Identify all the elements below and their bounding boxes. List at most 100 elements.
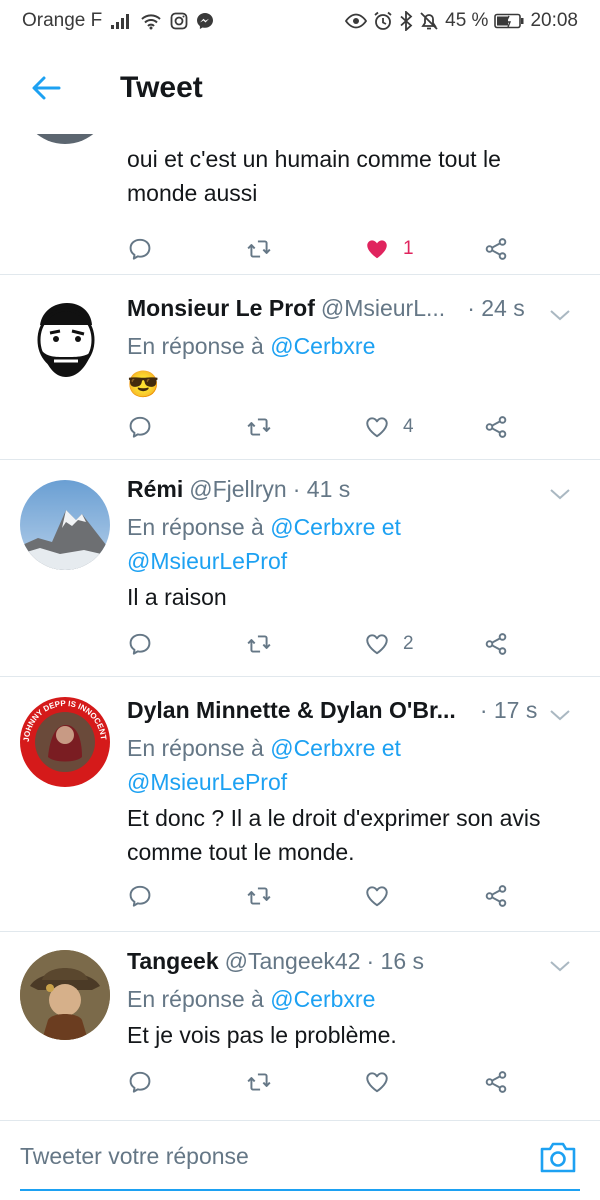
input-underline <box>20 1189 580 1191</box>
like-count: 1 <box>403 238 414 259</box>
reply-icon <box>127 236 153 262</box>
reply-context: En réponse à @Cerbxre et @MsieurLeProf <box>127 514 401 574</box>
camera-icon <box>540 1142 576 1173</box>
signal-icon <box>110 12 132 30</box>
bluetooth-icon <box>399 11 413 31</box>
avatar[interactable] <box>20 134 110 144</box>
reply-icon <box>127 631 153 657</box>
retweet-icon <box>244 414 274 440</box>
heart-icon <box>363 414 391 440</box>
mention-link[interactable]: @MsieurLeProf <box>127 769 287 795</box>
like-button[interactable]: 4 <box>363 407 414 447</box>
tweet-header: Tangeek @Tangeek42 · 16 s <box>127 948 580 982</box>
share-icon <box>483 1069 509 1095</box>
chevron-down-icon[interactable] <box>548 705 572 725</box>
retweet-button[interactable] <box>244 624 274 664</box>
eye-icon <box>345 13 368 29</box>
tweet-text: Il a raison <box>127 584 227 610</box>
author-handle[interactable]: @MsieurL... <box>321 295 445 322</box>
mute-bell-icon <box>419 11 439 31</box>
author-handle[interactable]: @Fjellryn <box>189 476 286 503</box>
author-name[interactable]: Tangeek <box>127 948 219 975</box>
share-button[interactable] <box>483 624 509 664</box>
like-button[interactable]: 2 <box>363 624 414 664</box>
clock: 20:08 <box>530 10 578 31</box>
avatar-drawing <box>37 303 95 377</box>
mention-link[interactable]: @Cerbxre <box>270 514 375 540</box>
avatar[interactable] <box>20 480 110 570</box>
reply-icon <box>127 883 153 909</box>
tweet-text: oui et c'est un humain comme tout le mon… <box>127 146 501 206</box>
avatar[interactable] <box>20 295 110 385</box>
retweet-button[interactable] <box>244 407 274 447</box>
tweet-header: Monsieur Le Prof @MsieurL... · 24 s <box>127 295 580 329</box>
chevron-down-icon[interactable] <box>548 484 572 504</box>
like-button[interactable] <box>363 876 391 916</box>
reply-button[interactable] <box>127 229 153 269</box>
tweet-text: Et je vois pas le problème. <box>127 1022 397 1048</box>
tweet-row[interactable]: JOHNNY DEPP IS INNOCENT Dylan Minnette &… <box>0 677 600 932</box>
profile-photo: JOHNNY DEPP IS INNOCENT <box>22 699 108 772</box>
camera-button[interactable] <box>538 1139 578 1175</box>
reply-context: En réponse à @Cerbxre et @MsieurLeProf <box>127 735 401 795</box>
author-name[interactable]: Monsieur Le Prof <box>127 295 315 322</box>
reply-button[interactable] <box>127 407 153 447</box>
reply-composer: Tweeter votre réponse <box>0 1120 600 1200</box>
author-handle[interactable]: @Tangeek42 <box>225 948 361 975</box>
tweet-row[interactable]: Tangeek @Tangeek42 · 16 s En réponse à @… <box>0 932 600 1120</box>
chevron-down-icon[interactable] <box>548 305 572 325</box>
share-icon <box>483 236 509 262</box>
battery-icon <box>494 13 524 29</box>
back-button[interactable] <box>20 62 72 114</box>
tweet-header: Dylan Minnette & Dylan O'Br... · 17 s <box>127 697 580 731</box>
mention-link[interactable]: @Cerbxre <box>270 986 375 1012</box>
retweet-button[interactable] <box>244 1062 274 1102</box>
tweet-row[interactable]: oui et c'est un humain comme tout le mon… <box>0 134 600 275</box>
like-button[interactable] <box>363 1062 391 1102</box>
instagram-icon <box>170 12 188 30</box>
tweet-row[interactable]: Monsieur Le Prof @MsieurL... · 24 s En r… <box>0 275 600 460</box>
like-button[interactable]: 1 <box>363 229 414 269</box>
retweet-icon <box>244 883 274 909</box>
reply-button[interactable] <box>127 1062 153 1102</box>
heart-filled-icon <box>363 236 391 262</box>
reply-button[interactable] <box>127 624 153 664</box>
tweet-text: Et donc ? Il a le droit d'exprimer son a… <box>127 805 541 865</box>
wifi-icon <box>140 12 162 30</box>
retweet-icon <box>244 236 274 262</box>
share-icon <box>483 883 509 909</box>
tweet-time: · 17 s <box>479 697 538 723</box>
battery-percent: 45 % <box>445 10 489 31</box>
tweet-time: · 41 s <box>292 476 351 502</box>
reply-button[interactable] <box>127 876 153 916</box>
share-button[interactable] <box>483 876 509 916</box>
like-count: 4 <box>403 416 414 437</box>
author-name[interactable]: Rémi <box>127 476 183 503</box>
retweet-button[interactable] <box>244 876 274 916</box>
avatar[interactable]: JOHNNY DEPP IS INNOCENT <box>20 697 110 787</box>
share-button[interactable] <box>483 407 509 447</box>
mention-link[interactable]: @Cerbxre <box>270 735 375 761</box>
retweet-button[interactable] <box>244 229 274 269</box>
reply-list[interactable]: oui et c'est un humain comme tout le mon… <box>0 134 600 1120</box>
tweet-time: · 24 s <box>467 295 525 321</box>
share-button[interactable] <box>483 229 509 269</box>
reply-input[interactable]: Tweeter votre réponse <box>20 1143 249 1170</box>
top-app-bar: Tweet <box>0 42 600 134</box>
reply-icon <box>127 1069 153 1095</box>
author-name[interactable]: Dylan Minnette & Dylan O'Br... <box>127 697 456 724</box>
tweet-header: Rémi @Fjellryn · 41 s <box>127 476 580 510</box>
heart-icon <box>363 631 391 657</box>
share-button[interactable] <box>483 1062 509 1102</box>
retweet-icon <box>244 1069 274 1095</box>
avatar[interactable] <box>20 950 110 1040</box>
carrier-label: Orange F <box>22 10 103 31</box>
tweet-row[interactable]: Rémi @Fjellryn · 41 s En réponse à @Cerb… <box>0 460 600 677</box>
retweet-icon <box>244 631 274 657</box>
mention-link[interactable]: @Cerbxre <box>270 333 375 359</box>
back-arrow-icon <box>32 76 61 100</box>
reply-context: En réponse à @Cerbxre <box>127 333 376 359</box>
profile-photo <box>20 950 110 1040</box>
mention-link[interactable]: @MsieurLeProf <box>127 548 287 574</box>
chevron-down-icon[interactable] <box>548 956 572 976</box>
